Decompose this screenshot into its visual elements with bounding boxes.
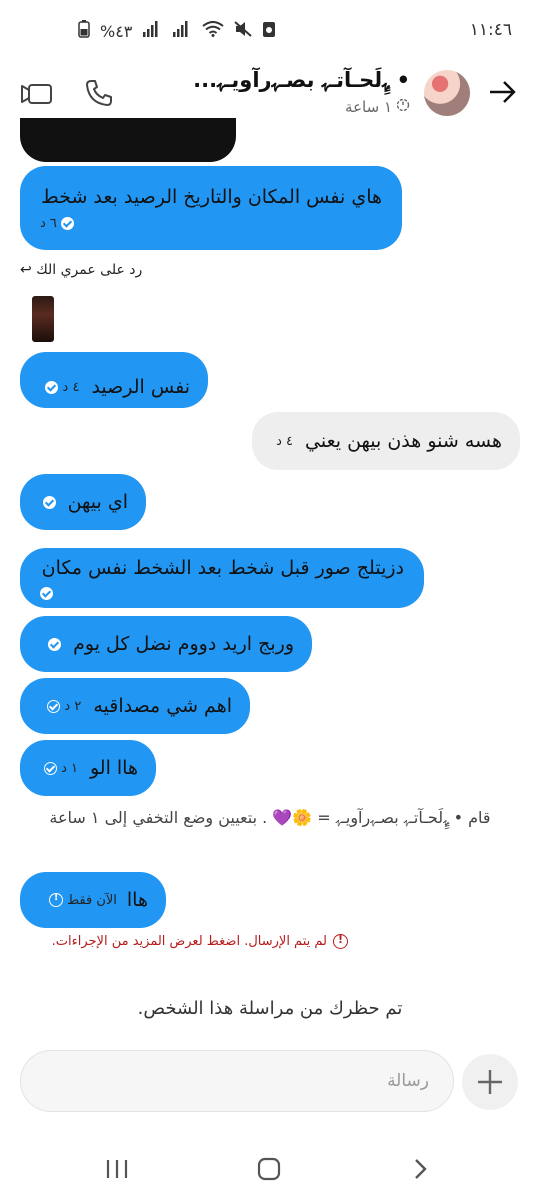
mute-icon [234, 21, 253, 41]
message-bubble[interactable]: اهم شي مصداقيه ٢ د [20, 678, 250, 734]
notification-icon [262, 20, 276, 42]
message-text: هسه شنو هذن بيهن يعني [305, 430, 502, 452]
video-icon[interactable] [20, 80, 54, 108]
recent-apps-icon[interactable] [104, 1158, 130, 1180]
message-bubble[interactable]: اي بيهن [20, 474, 146, 530]
system-navbar [0, 1140, 540, 1200]
signal-2-icon [172, 21, 192, 41]
read-check-icon [45, 380, 59, 394]
timer-icon [396, 98, 410, 116]
plus-icon [478, 1070, 502, 1094]
add-attachment-button[interactable] [462, 1054, 518, 1110]
error-icon [333, 933, 348, 949]
system-note: قام • ﮩ‌ٍ‌ِلَحـآتـﮩ بصـﮩرآويـﮩ = 🌼💜 . بت… [49, 808, 491, 827]
avatar[interactable] [424, 70, 470, 116]
message-text: وربج اريد دووم نضل كل يوم [73, 633, 294, 655]
message-time: ١ د [61, 760, 78, 776]
message-text: هاي نفس المكان والتاريخ الرصيد بعد شخط [41, 186, 382, 208]
error-icon [48, 892, 63, 907]
message-time: ٤ د [62, 379, 80, 395]
battery-icon [78, 20, 90, 42]
message-bubble[interactable]: هاا الو ١ د [20, 740, 156, 796]
message-text: هاا [126, 889, 148, 911]
message-time: ٤ د [276, 433, 293, 449]
nav-back-icon[interactable] [408, 1156, 432, 1182]
message-bubble-failed[interactable]: هاا الآن فقط [20, 872, 166, 928]
read-check-icon [42, 495, 56, 509]
read-check-icon [40, 587, 53, 600]
status-time: ١١:٤٦ [469, 20, 512, 40]
status-icons: %٤٣ [78, 20, 276, 42]
image-thumbnail[interactable] [32, 296, 54, 342]
message-time: ٦ د [40, 216, 57, 231]
message-meta [40, 582, 404, 604]
message-input[interactable] [21, 1051, 453, 1111]
back-arrow-icon[interactable] [486, 76, 518, 108]
sent-check-icon [47, 699, 61, 713]
read-check-icon [61, 217, 75, 230]
chat-name[interactable]: • ﮩ‌ٍ‌ِلَحـآتـﮩ بصـﮩرآويـﮩ... [193, 68, 410, 93]
message-text: اي بيهن [67, 491, 128, 513]
send-failed-text: لم يتم الإرسال. اضغط لعرض المزيد من الإج… [51, 934, 327, 949]
status-bar: %٤٣ ١١:٤٦ [0, 0, 540, 58]
message-bubble[interactable]: نفس الرصيد ٤ د [20, 352, 208, 408]
chat-subtitle: ١ ساعة [345, 98, 410, 116]
message-bubble[interactable]: هسه شنو هذن بيهن يعني ٤ د [252, 412, 520, 470]
message-text: هاا الو [89, 757, 138, 779]
message-meta: ١ د [43, 760, 78, 776]
reply-label: رد على عمري الك [36, 262, 143, 278]
message-text: دزيتلج صور قبل شخط بعد الشخط نفس مكان [41, 557, 404, 579]
home-icon[interactable] [256, 1156, 282, 1182]
message-bubble[interactable]: دزيتلج صور قبل شخط بعد الشخط نفس مكان [20, 548, 424, 608]
message-bubble[interactable]: هاي نفس المكان والتاريخ الرصيد بعد شخط ٦… [20, 166, 402, 250]
timer-label: ١ ساعة [345, 98, 392, 116]
wifi-icon [202, 21, 225, 41]
message-time: الآن فقط [67, 892, 117, 908]
message-meta: ٢ د [47, 699, 81, 714]
send-failed-notice[interactable]: لم يتم الإرسال. اضغط لعرض المزيد من الإج… [51, 933, 348, 949]
message-meta: الآن فقط [48, 892, 117, 908]
message-meta: ٦ د [40, 216, 382, 231]
reply-reference[interactable]: رد على عمري الك ↩ [20, 262, 142, 278]
signal-icon [142, 21, 162, 41]
blocked-notice: تم حظرك من مراسلة هذا الشخص. [137, 998, 403, 1019]
message-bubble[interactable]: وربج اريد دووم نضل كل يوم [20, 616, 312, 672]
reply-arrow-icon: ↩ [20, 262, 32, 278]
battery-percent: %٤٣ [100, 21, 133, 41]
message-meta: ٤ د [45, 380, 79, 395]
read-check-icon [48, 637, 62, 651]
phone-icon[interactable] [84, 78, 114, 108]
message-text: اهم شي مصداقيه [93, 695, 232, 717]
message-time: ٢ د [64, 698, 82, 714]
message-text: نفس الرصيد [91, 376, 190, 398]
message-composer [20, 1050, 454, 1112]
cropped-message[interactable] [20, 118, 236, 162]
sent-check-icon [43, 761, 57, 775]
